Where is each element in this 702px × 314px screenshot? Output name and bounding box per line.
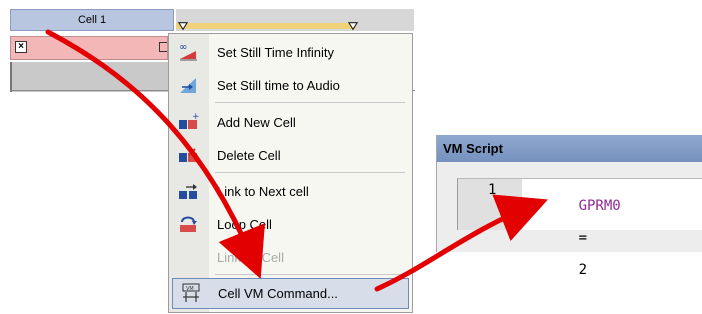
- menu-label-set-still-time-infinity: Set Still Time Infinity: [217, 44, 335, 60]
- cell-1-header[interactable]: Cell 1: [10, 9, 174, 31]
- menu-item-add-new-cell[interactable]: + Add New Cell: [169, 106, 412, 138]
- menu-separator-2: [215, 172, 405, 173]
- cell-1-label: Cell 1: [77, 14, 107, 26]
- menu-item-link-next-cell[interactable]: Link to Next cell: [169, 175, 412, 207]
- cell-track-highlight: [176, 23, 356, 29]
- menu-label-add-new-cell: Add New Cell: [217, 114, 296, 130]
- vm-code-variable: GPRM0: [578, 198, 621, 214]
- menu-label-cell-vm-command: Cell VM Command...: [218, 286, 338, 301]
- vm-script-title: VM Script: [443, 141, 503, 156]
- vm-code-operator: =: [578, 230, 588, 246]
- context-menu: ∞ Set Still Time Infinity Set Still time…: [168, 33, 413, 313]
- vm-command-icon: VM: [173, 278, 210, 310]
- vm-code-line[interactable]: GPRM0 = 2: [528, 182, 621, 294]
- menu-label-link-to-cell: Link To Cell: [217, 249, 284, 265]
- cell-row[interactable]: ×: [10, 36, 168, 60]
- loop-cell-icon: [169, 208, 209, 240]
- menu-label-set-still-time-audio: Set Still time to Audio: [217, 77, 340, 93]
- cell-start-marker-icon[interactable]: [178, 21, 188, 31]
- still-time-infinity-icon: ∞: [169, 36, 209, 68]
- vm-script-titlebar: VM Script: [437, 135, 702, 162]
- menu-label-loop-cell: Loop Cell: [217, 216, 272, 232]
- menu-label-delete-cell: Delete Cell: [217, 147, 281, 163]
- vm-line-number: 1: [488, 182, 497, 198]
- vm-code-space-2: [579, 246, 587, 262]
- menu-label-link-next-cell: Link to Next cell: [217, 183, 309, 199]
- menu-item-link-to-cell: Link To Cell: [169, 241, 412, 273]
- vm-code-value: 2: [578, 262, 588, 278]
- menu-item-delete-cell[interactable]: Delete Cell: [169, 139, 412, 171]
- link-to-cell-icon: [169, 241, 209, 273]
- svg-text:∞: ∞: [179, 42, 187, 53]
- link-next-cell-icon: [169, 175, 209, 207]
- svg-text:+: +: [192, 112, 200, 122]
- cell-end-marker-icon[interactable]: [348, 21, 358, 31]
- vm-script-editor[interactable]: 1 GPRM0 = 2: [457, 178, 702, 278]
- empty-track-row: [10, 62, 168, 92]
- delete-cell-icon: [169, 139, 209, 171]
- menu-separator-1: [215, 102, 405, 103]
- cell-track[interactable]: [176, 9, 414, 31]
- cell-close-icon[interactable]: ×: [15, 41, 27, 53]
- menu-item-set-still-time-infinity[interactable]: ∞ Set Still Time Infinity: [169, 36, 412, 68]
- vm-code-space-1: [579, 214, 587, 230]
- menu-separator-3: [215, 274, 405, 275]
- svg-text:VM: VM: [186, 286, 194, 292]
- timeline-row: Cell 1: [10, 9, 415, 31]
- menu-item-set-still-time-audio[interactable]: Set Still time to Audio: [169, 69, 412, 101]
- menu-item-loop-cell[interactable]: Loop Cell: [169, 208, 412, 240]
- menu-item-cell-vm-command[interactable]: VM Cell VM Command...: [172, 278, 409, 309]
- cell-row-bracket-icon: [159, 42, 167, 52]
- still-time-audio-icon: [169, 69, 209, 101]
- add-cell-icon: +: [169, 106, 209, 138]
- vm-script-panel: VM Script 1 GPRM0 = 2: [436, 135, 702, 278]
